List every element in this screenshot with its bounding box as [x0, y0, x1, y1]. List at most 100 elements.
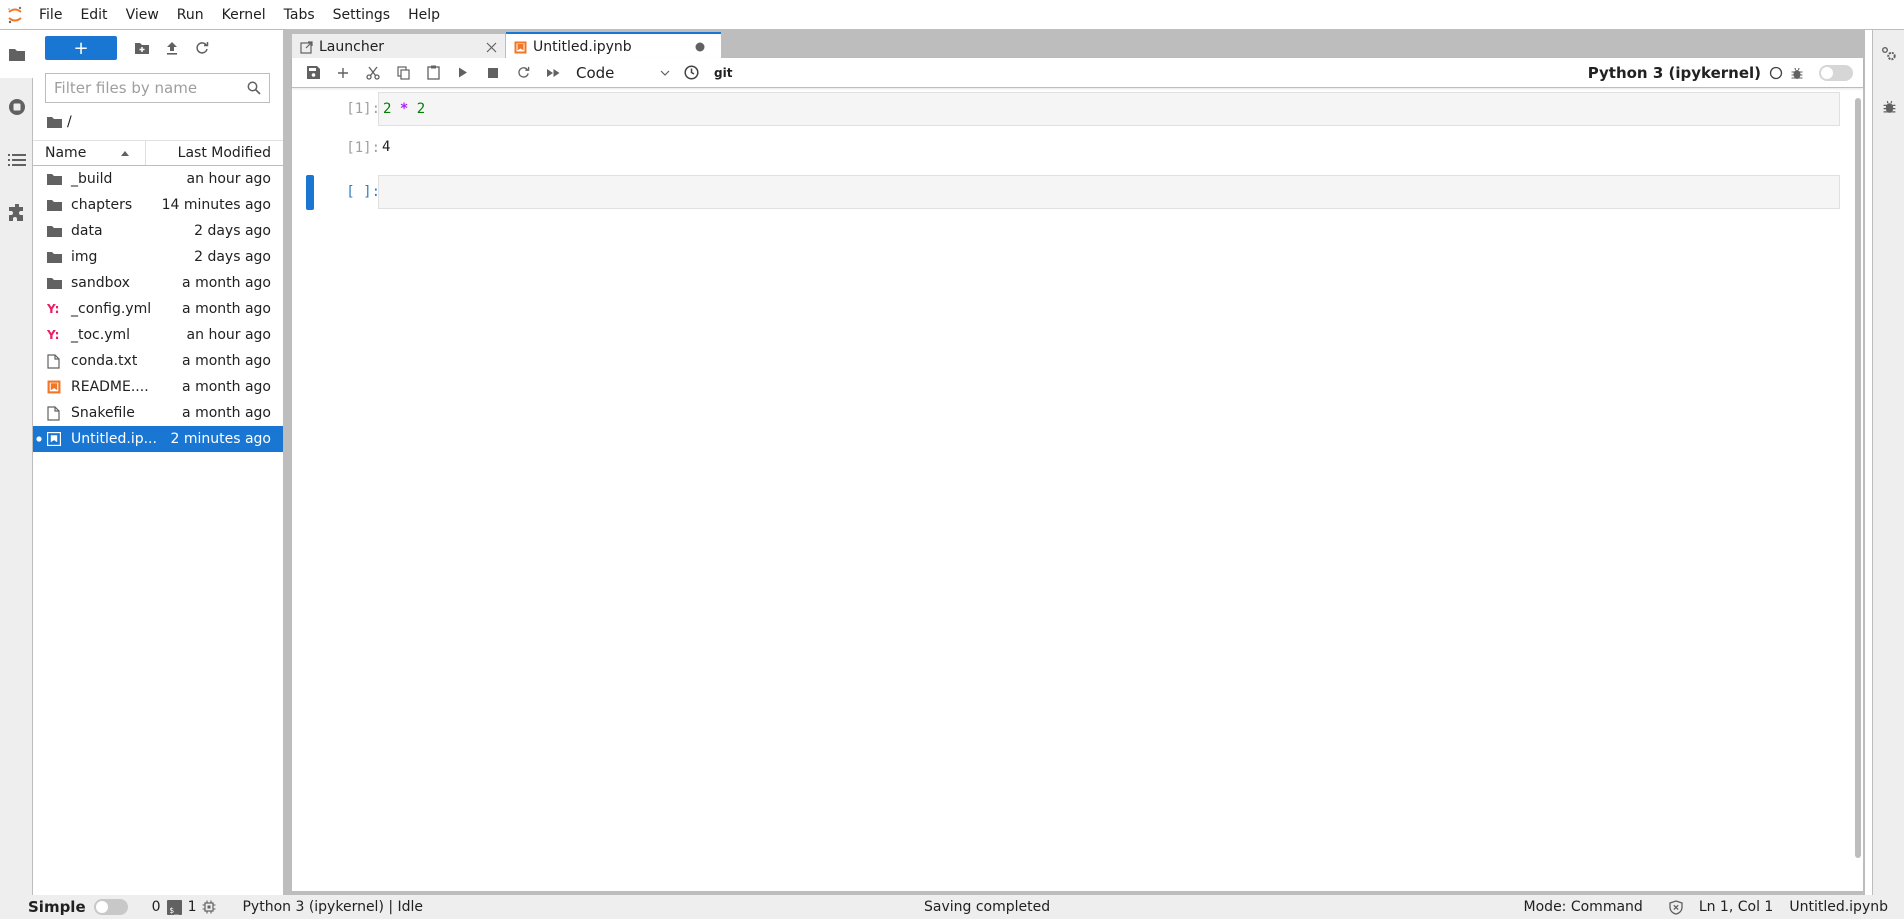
debugger-toggle[interactable] — [1819, 65, 1853, 81]
kernel-status[interactable]: Python 3 (ipykernel) | Idle — [242, 899, 423, 915]
gears-icon — [1882, 47, 1896, 61]
plus-icon — [338, 67, 348, 78]
interrupt-kernel-button[interactable] — [478, 61, 508, 85]
file-type-icon — [47, 275, 67, 291]
file-type-icon — [47, 171, 67, 187]
folder-icon — [47, 174, 62, 185]
right-sidebar — [1872, 30, 1904, 895]
sort-ascending-icon — [121, 151, 129, 156]
menu-settings[interactable]: Settings — [324, 0, 399, 30]
notebook-icon — [514, 41, 527, 53]
paste-icon — [426, 65, 440, 80]
sidebar-tab-property-inspector[interactable] — [1873, 30, 1904, 78]
file-list-item[interactable]: data 2 days ago — [33, 218, 283, 244]
column-header-name[interactable]: Name — [33, 141, 146, 165]
list-icon — [7, 154, 26, 166]
file-list-item[interactable]: Snakefile a month ago — [33, 400, 283, 426]
file-list-item[interactable]: conda.txt a month ago — [33, 348, 283, 374]
file-list-item[interactable]: img 2 days ago — [33, 244, 283, 270]
cell-editor[interactable]: 2 * 2 — [378, 92, 1840, 126]
jupyterlab-app: File Edit View Run Kernel Tabs Settings … — [0, 0, 1904, 919]
close-icon[interactable] — [486, 42, 497, 53]
insert-cell-button[interactable] — [328, 61, 358, 85]
tab-bar: Launcher Untitled.ipynb — [290, 32, 1865, 60]
history-button[interactable] — [676, 61, 706, 85]
file-filter-field[interactable] — [45, 73, 270, 103]
file-list-item[interactable]: chapters 14 minutes ago — [33, 192, 283, 218]
git-button[interactable]: git — [706, 66, 740, 80]
file-list-item[interactable]: README.... a month ago — [33, 374, 283, 400]
cursor-position[interactable]: Ln 1, Col 1 — [1699, 899, 1774, 915]
file-modified: 2 days ago — [194, 223, 271, 239]
menu-file[interactable]: File — [30, 0, 71, 30]
new-launcher-button[interactable]: + — [45, 36, 117, 60]
cut-button[interactable] — [358, 61, 388, 85]
notebook-cells: [1]: 2 * 2 [1]: 4 [ ]: — [292, 88, 1863, 891]
folder-icon — [47, 278, 62, 289]
running-sessions[interactable]: 0 $_ 1 — [152, 899, 217, 915]
kernel-status-idle-icon — [1769, 66, 1783, 80]
menu-bar: File Edit View Run Kernel Tabs Settings … — [0, 0, 1904, 30]
cell-collapser[interactable] — [306, 175, 314, 210]
file-modified: a month ago — [182, 353, 271, 369]
output-prompt: [1]: — [346, 140, 380, 156]
file-name: img — [71, 249, 98, 265]
home-folder-icon[interactable] — [47, 116, 62, 128]
upload-icon — [167, 42, 177, 55]
kernel-name-button[interactable]: Python 3 (ipykernel) — [1588, 64, 1761, 82]
cell-output: 4 — [382, 139, 391, 155]
sidebar-tab-running[interactable] — [0, 83, 33, 131]
sidebar-tab-file-browser[interactable] — [0, 30, 34, 78]
upload-button[interactable] — [157, 36, 187, 60]
sidebar-tab-table-of-contents[interactable] — [0, 136, 33, 184]
scissors-icon — [366, 66, 380, 80]
file-list-item[interactable]: Untitled.ip... 2 minutes ago — [33, 426, 283, 452]
file-name: _build — [71, 171, 113, 187]
menu-edit[interactable]: Edit — [71, 0, 116, 30]
menu-kernel[interactable]: Kernel — [213, 0, 275, 30]
sidebar-splitter-handle[interactable] — [283, 30, 290, 895]
refresh-button[interactable] — [187, 36, 217, 60]
menu-tabs[interactable]: Tabs — [275, 0, 324, 30]
restart-kernel-button[interactable] — [508, 61, 538, 85]
trust-shield-icon[interactable] — [1669, 899, 1683, 915]
bug-icon[interactable] — [1791, 67, 1803, 80]
file-filter-input[interactable] — [54, 79, 239, 97]
file-list-item[interactable]: _build an hour ago — [33, 166, 283, 192]
file-list-item[interactable]: sandbox a month ago — [33, 270, 283, 296]
run-cell-button[interactable] — [448, 61, 478, 85]
menu-view[interactable]: View — [117, 0, 168, 30]
new-folder-button[interactable] — [127, 36, 157, 60]
notebook-panel: Code git Python 3 (ipykernel) [1]: 2 * 2… — [292, 58, 1863, 891]
cell-type-select[interactable]: Code — [568, 61, 676, 85]
file-name: _toc.yml — [71, 327, 131, 343]
save-button[interactable] — [298, 61, 328, 85]
restart-run-all-button[interactable] — [538, 61, 568, 85]
folder-icon — [47, 226, 62, 237]
menu-run[interactable]: Run — [168, 0, 213, 30]
puzzle-icon — [8, 204, 23, 221]
status-message: Saving completed — [924, 899, 1051, 915]
column-header-last-modified[interactable]: Last Modified — [146, 141, 283, 165]
file-name: Untitled.ip... — [71, 431, 157, 447]
simple-mode-toggle[interactable] — [93, 899, 128, 915]
menu-help[interactable]: Help — [399, 0, 449, 30]
file-modified: 2 days ago — [194, 249, 271, 265]
stop-circle-icon — [8, 99, 25, 115]
sidebar-tab-extensions[interactable] — [0, 189, 33, 237]
tab-untitled-notebook[interactable]: Untitled.ipynb — [506, 32, 721, 60]
chevron-down-icon — [660, 70, 670, 76]
yaml-file-icon: Y: — [47, 302, 60, 316]
tab-launcher[interactable]: Launcher — [292, 34, 505, 60]
file-icon — [47, 353, 60, 369]
sidebar-tab-debugger[interactable] — [1873, 83, 1904, 131]
file-list-item[interactable]: Y: _config.yml a month ago — [33, 296, 283, 322]
notebook-scrollbar[interactable] — [1855, 98, 1861, 858]
breadcrumb-root[interactable]: / — [67, 114, 72, 130]
unsaved-dot-icon[interactable] — [695, 42, 705, 52]
file-list-item[interactable]: Y: _toc.yml an hour ago — [33, 322, 283, 348]
input-prompt: [1]: — [346, 101, 380, 117]
copy-button[interactable] — [388, 61, 418, 85]
paste-button[interactable] — [418, 61, 448, 85]
cell-editor[interactable] — [378, 175, 1840, 209]
